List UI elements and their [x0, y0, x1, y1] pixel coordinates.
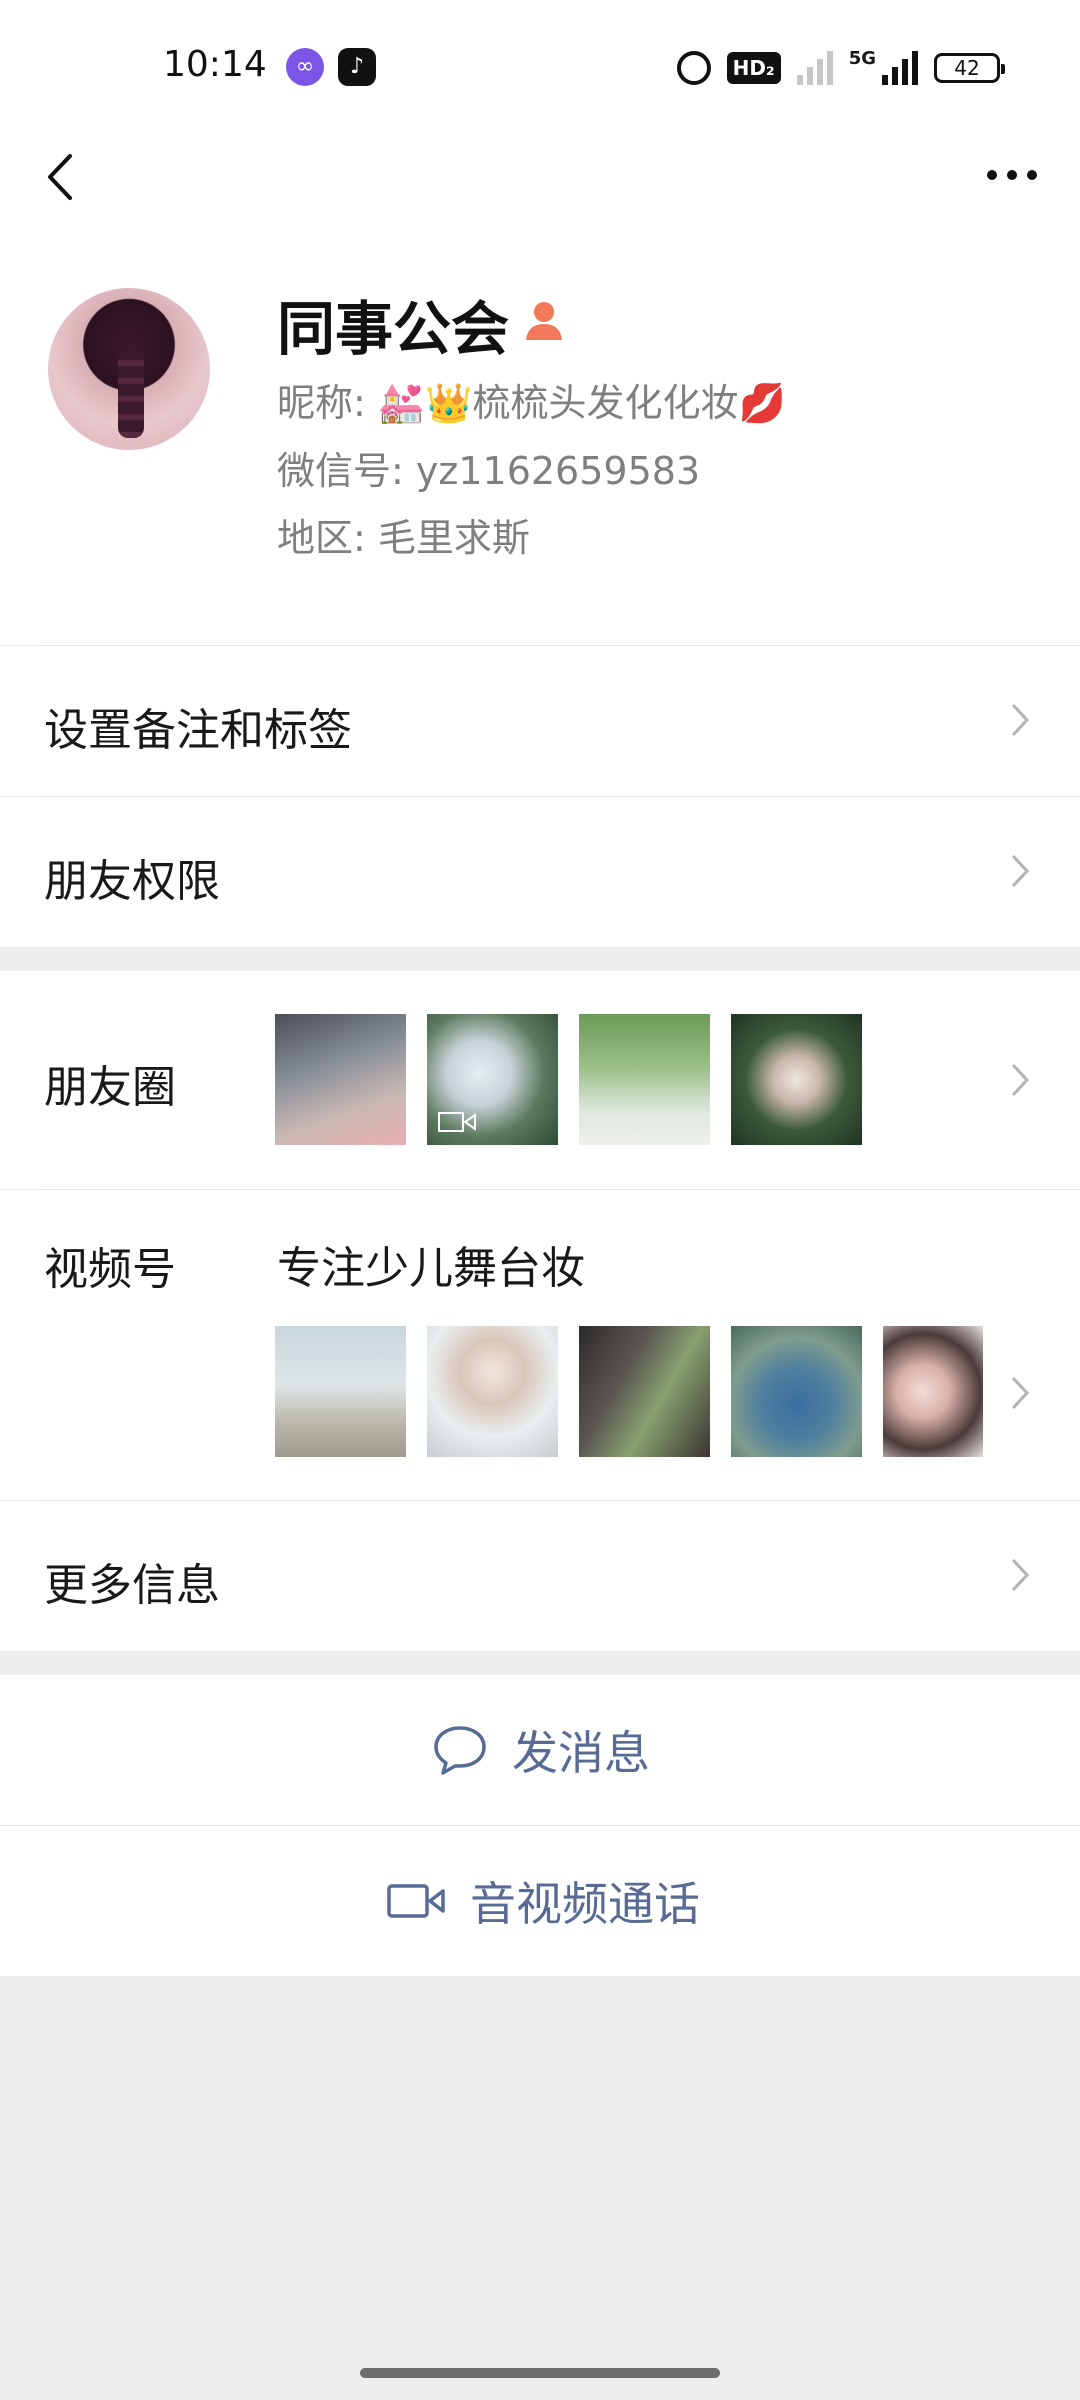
chevron-right-icon	[1011, 1063, 1030, 1097]
home-indicator[interactable]	[360, 2368, 720, 2378]
chevron-left-icon	[48, 154, 72, 200]
signal-sim1-icon	[796, 51, 833, 85]
av-call-label: 音视频通话	[470, 1877, 700, 1931]
moments-photo-3	[579, 1014, 710, 1145]
video-camera-icon	[438, 1112, 476, 1132]
wechat-id-label: 微信号:	[277, 449, 404, 493]
network-type-label: 5G	[848, 48, 876, 69]
send-message-content: 发消息	[432, 1675, 650, 1825]
contact-name: 同事公会	[277, 295, 510, 363]
moments-photo-4	[731, 1014, 862, 1145]
more-options-button[interactable]	[984, 160, 1040, 190]
set-remarks-tags-row[interactable]: 设置备注和标签	[0, 646, 1080, 796]
chat-bubble-icon	[434, 1726, 486, 1775]
female-gender-icon	[526, 302, 562, 340]
nickname-label: 昵称:	[277, 381, 366, 425]
section-gap	[0, 947, 1080, 971]
friend-permissions-label: 朋友权限	[44, 856, 220, 907]
video-call-icon	[387, 1884, 445, 1918]
channels-label: 视频号	[44, 1244, 176, 1295]
signal-sim2-icon	[882, 51, 918, 85]
send-message-button[interactable]: 发消息	[0, 1675, 1080, 1825]
battery-icon: 42	[934, 53, 1005, 83]
channel-title: 专注少儿舞台妆	[277, 1243, 585, 1294]
alarm-icon	[676, 51, 711, 85]
status-bar: 10:14 ∞ ♪ HD₂ 5G 42	[0, 0, 1080, 140]
section-gap	[0, 1651, 1080, 1675]
moments-photo-2	[427, 1014, 558, 1145]
moments-label: 朋友圈	[44, 1062, 176, 1113]
channel-video-1	[275, 1326, 406, 1457]
wechat-id-value: yz1162659583	[415, 449, 701, 493]
nickname-value: 💒👑梳梳头发化化妆💋	[377, 381, 786, 425]
set-remarks-tags-label: 设置备注和标签	[44, 705, 352, 756]
status-time: 10:14	[163, 44, 267, 85]
infinity-app-icon: ∞	[286, 48, 324, 86]
back-button[interactable]	[40, 150, 80, 204]
more-dots-icon	[987, 170, 1037, 180]
wechat-id-row[interactable]: 微信号: yz1162659583	[277, 440, 700, 495]
region-label: 地区:	[277, 516, 366, 560]
nav-bar	[0, 140, 1080, 250]
hd-voice-icon: HD₂	[726, 52, 781, 84]
channel-video-4	[731, 1326, 862, 1457]
nickname-row: 昵称: 💒👑梳梳头发化化妆💋	[277, 372, 786, 427]
status-indicators: HD₂ 5G 42	[676, 48, 1005, 88]
more-info-row[interactable]: 更多信息	[0, 1501, 1080, 1651]
tiktok-icon: ♪	[338, 48, 376, 86]
region-row: 地区: 毛里求斯	[277, 507, 530, 562]
moments-photo-1	[275, 1014, 406, 1145]
friend-permissions-row[interactable]: 朋友权限	[0, 797, 1080, 947]
battery-level: 42	[954, 56, 980, 80]
chevron-right-icon	[1011, 703, 1030, 737]
avatar[interactable]	[48, 288, 210, 450]
more-info-label: 更多信息	[44, 1560, 220, 1611]
chevron-right-icon	[1011, 854, 1030, 888]
chevron-right-icon	[1011, 1558, 1030, 1592]
moments-row[interactable]: 朋友圈	[0, 971, 1080, 1189]
send-message-label: 发消息	[512, 1726, 650, 1780]
chevron-right-icon	[1011, 1376, 1030, 1410]
av-call-content: 音视频通话	[386, 1826, 700, 1976]
region-value: 毛里求斯	[377, 516, 530, 560]
channel-video-5	[883, 1326, 983, 1457]
channel-video-2	[427, 1326, 558, 1457]
channel-video-3	[579, 1326, 710, 1457]
av-call-button[interactable]: 音视频通话	[0, 1826, 1080, 1976]
